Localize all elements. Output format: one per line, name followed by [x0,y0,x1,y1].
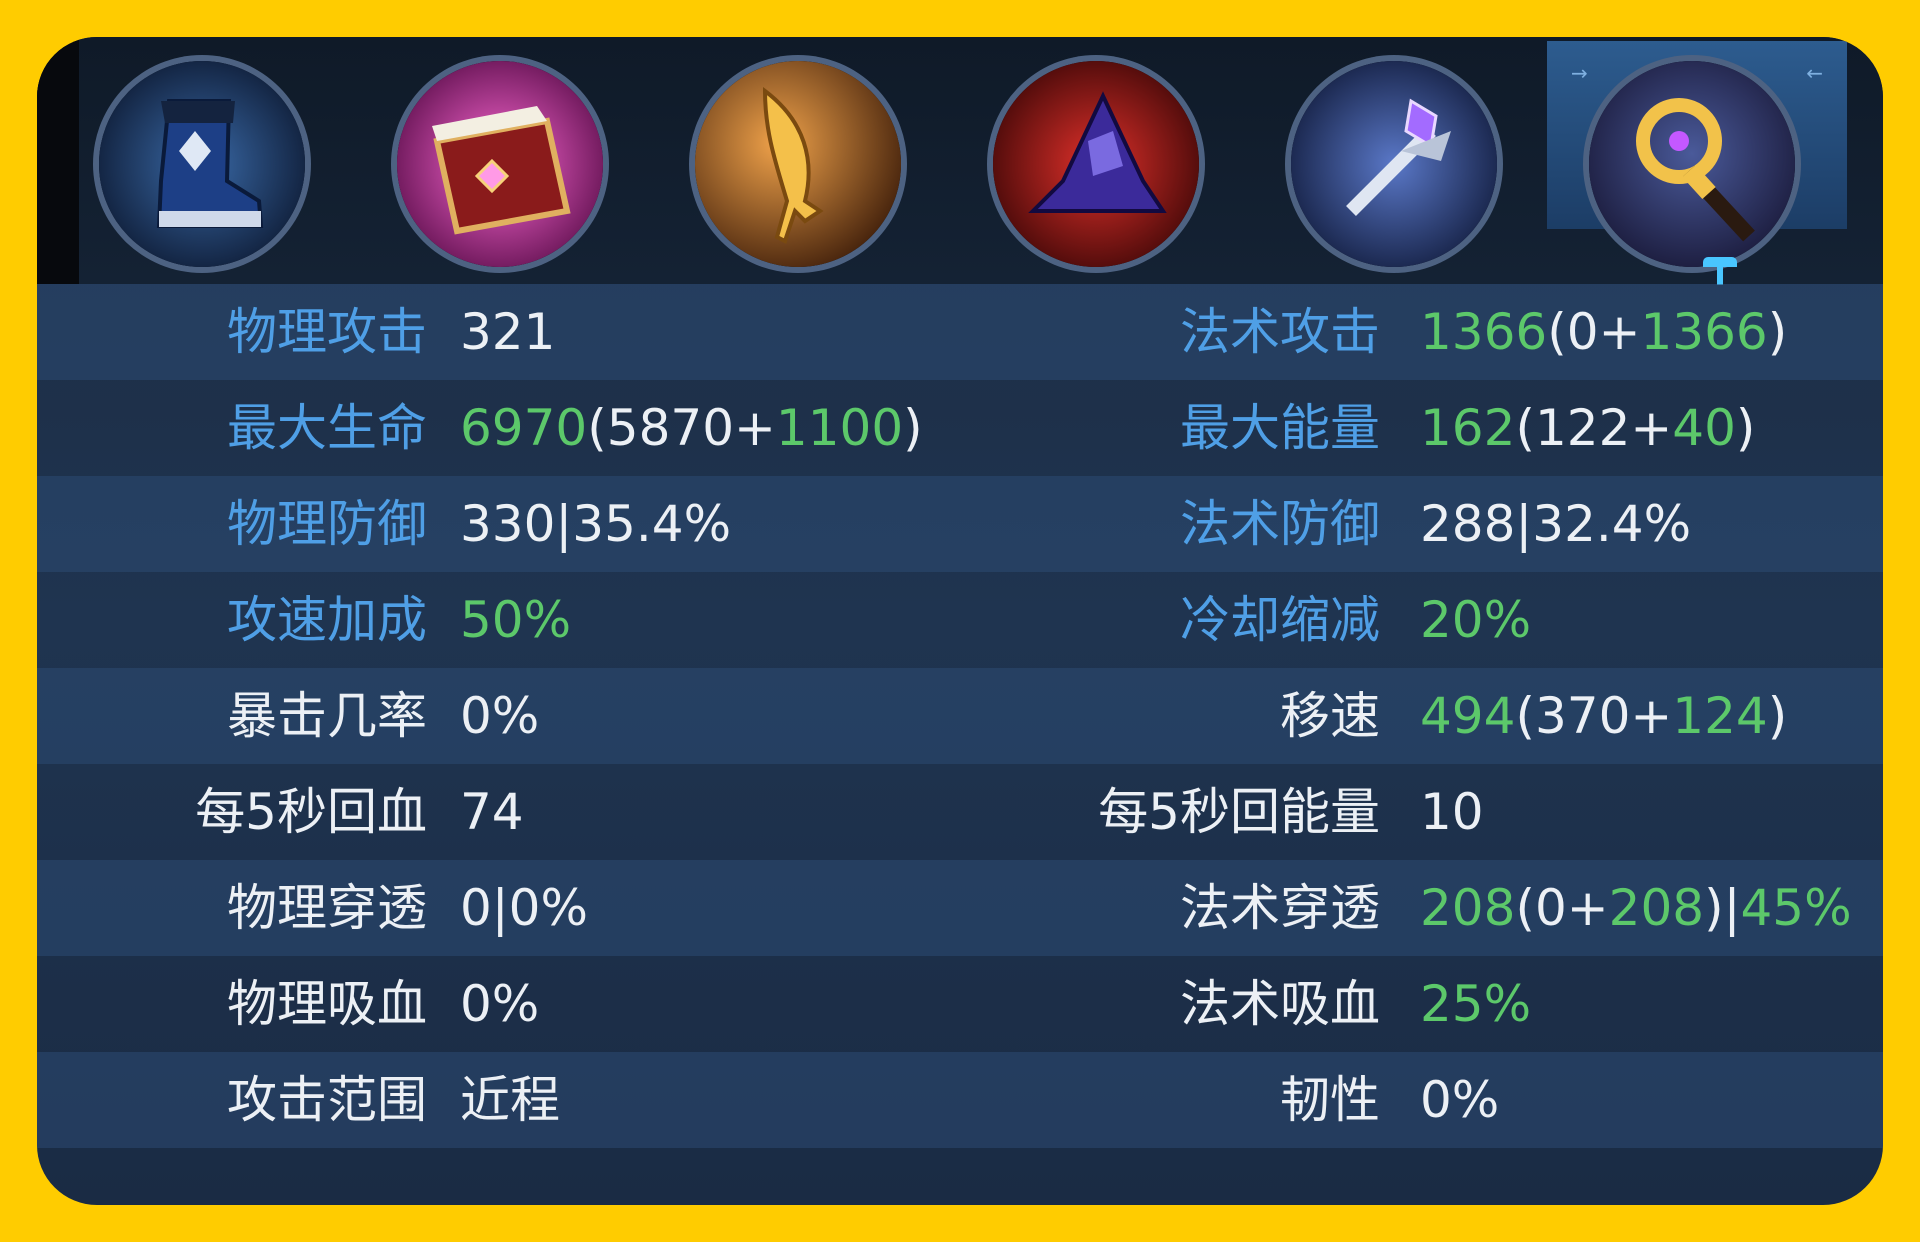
stat-value-part: 208 [1420,879,1516,937]
stat-value: 74 [460,764,524,860]
item-slot-2[interactable] [397,61,603,267]
stat-label: 物理穿透 [227,879,427,937]
stat-label: 攻击范围 [227,1071,427,1129]
stat-value-part: 1366 [1640,303,1768,361]
attribute-panel: → ← 物理攻击 321 法术攻击 1366(0+1366) 最大生命 6970… [37,37,1883,1205]
stat-value-part: 208 [1608,879,1705,937]
stat-value-part: 321 [460,303,556,361]
stat-value: 288|32.4% [1420,476,1691,572]
stat-value-part: 288|32.4% [1420,495,1692,553]
stat-row: 物理防御 330|35.4% 法术防御 288|32.4% [37,476,1883,572]
boots-icon [99,61,305,267]
stat-value: 0% [460,956,539,1052]
stat-label: 物理吸血 [227,975,427,1033]
stat-value-part: 330|35.4% [460,495,732,553]
stat-value-part: 25% [1420,975,1532,1033]
stat-label: 最大能量 [1180,399,1380,457]
stat-value-part: 40 [1672,399,1736,457]
stat-value-part: 494 [1420,687,1516,745]
stat-value: 50% [460,572,571,668]
stat-value: 6970(5870+1100) [460,380,923,476]
selected-item-indicator [1703,257,1737,285]
stat-value-part: )| [1704,879,1741,937]
stat-value: 162(122+40) [1420,380,1755,476]
stat-label: 法术防御 [1180,495,1380,553]
stat-value-part: (0+ [1547,303,1641,361]
stat-row: 物理吸血 0% 法术吸血 25% [37,956,1883,1052]
stat-value: 0% [460,668,539,764]
stat-value: 0% [1420,1052,1499,1148]
stat-label: 移速 [1280,687,1380,745]
stat-label: 韧性 [1280,1071,1380,1129]
stat-value: 近程 [460,1052,560,1148]
stat-value-part: ) [1735,399,1756,457]
item-slot-5[interactable] [1291,61,1497,267]
stat-value: 1366(0+1366) [1420,284,1787,380]
stat-label: 攻速加成 [227,591,427,649]
stat-label: 物理攻击 [227,303,427,361]
item-slot-1[interactable] [99,61,305,267]
stat-row: 物理攻击 321 法术攻击 1366(0+1366) [37,284,1883,380]
item-slot-3[interactable] [695,61,901,267]
stat-label: 每5秒回血 [195,783,427,841]
spellbook-icon [397,61,603,267]
item-slot-6-selected[interactable] [1589,61,1795,267]
stat-value-part: ) [1767,303,1788,361]
stat-row: 物理穿透 0|0% 法术穿透 208(0+208)|45% [37,860,1883,956]
stat-value-part: (0+ [1515,879,1609,937]
stat-value-part: 近程 [460,1071,560,1129]
stat-value-part: (370+ [1515,687,1673,745]
stat-value-part: 162 [1420,399,1516,457]
stat-value-part: 74 [460,783,524,841]
crystal-scepter-icon [1291,61,1497,267]
stat-label: 暴击几率 [227,687,427,745]
stat-value-part: 20% [1420,591,1532,649]
stat-value-part: (5870+ [587,399,776,457]
stat-value: 0|0% [460,860,588,956]
stat-label: 最大生命 [227,399,427,457]
stat-value-part: 0% [1420,1071,1500,1129]
stat-value-part: ) [903,399,923,457]
stat-value-part: 1366 [1420,303,1548,361]
stat-row: 攻击范围 近程 韧性 0% [37,1052,1883,1148]
stat-label: 法术吸血 [1180,975,1380,1033]
stat-value-part: 0|0% [460,879,588,937]
stat-value-part: 0% [460,687,540,745]
stat-value-part: ) [1767,687,1788,745]
stat-value: 321 [460,284,555,380]
stat-row: 暴击几率 0% 移速 494(370+124) [37,668,1883,764]
stat-value-part: (122+ [1515,399,1673,457]
stat-value-part: 45% [1740,879,1852,937]
stat-value: 25% [1420,956,1531,1052]
stat-row: 每5秒回血 74 每5秒回能量 10 [37,764,1883,860]
stat-label: 法术攻击 [1180,303,1380,361]
stat-value-part: 0% [460,975,540,1033]
stat-value-part: 50% [460,591,572,649]
stat-label: 冷却缩减 [1180,591,1380,649]
golden-staff-icon [1589,61,1795,267]
golden-dagger-icon [695,61,901,267]
stat-value-part: 10 [1420,783,1484,841]
stat-label: 物理防御 [227,495,427,553]
item-slot-4[interactable] [993,61,1199,267]
stat-value: 494(370+124) [1420,668,1787,764]
stat-value-part: 124 [1672,687,1768,745]
stat-value: 20% [1420,572,1531,668]
equipment-bar: → ← [37,37,1883,285]
stat-label: 法术穿透 [1180,879,1380,937]
stat-value-part: 1100 [775,399,904,457]
stat-row: 攻速加成 50% 冷却缩减 20% [37,572,1883,668]
stat-row: 最大生命 6970(5870+1100) 最大能量 162(122+40) [37,380,1883,476]
stat-value-part: 6970 [460,399,588,457]
stats-table: 物理攻击 321 法术攻击 1366(0+1366) 最大生命 6970(5870+110… [37,284,1883,1148]
stat-value: 330|35.4% [460,476,731,572]
mage-hat-icon [993,61,1199,267]
stat-value: 208(0+208)|45% [1420,860,1852,956]
stat-value: 10 [1420,764,1484,860]
stat-label: 每5秒回能量 [1098,783,1380,841]
